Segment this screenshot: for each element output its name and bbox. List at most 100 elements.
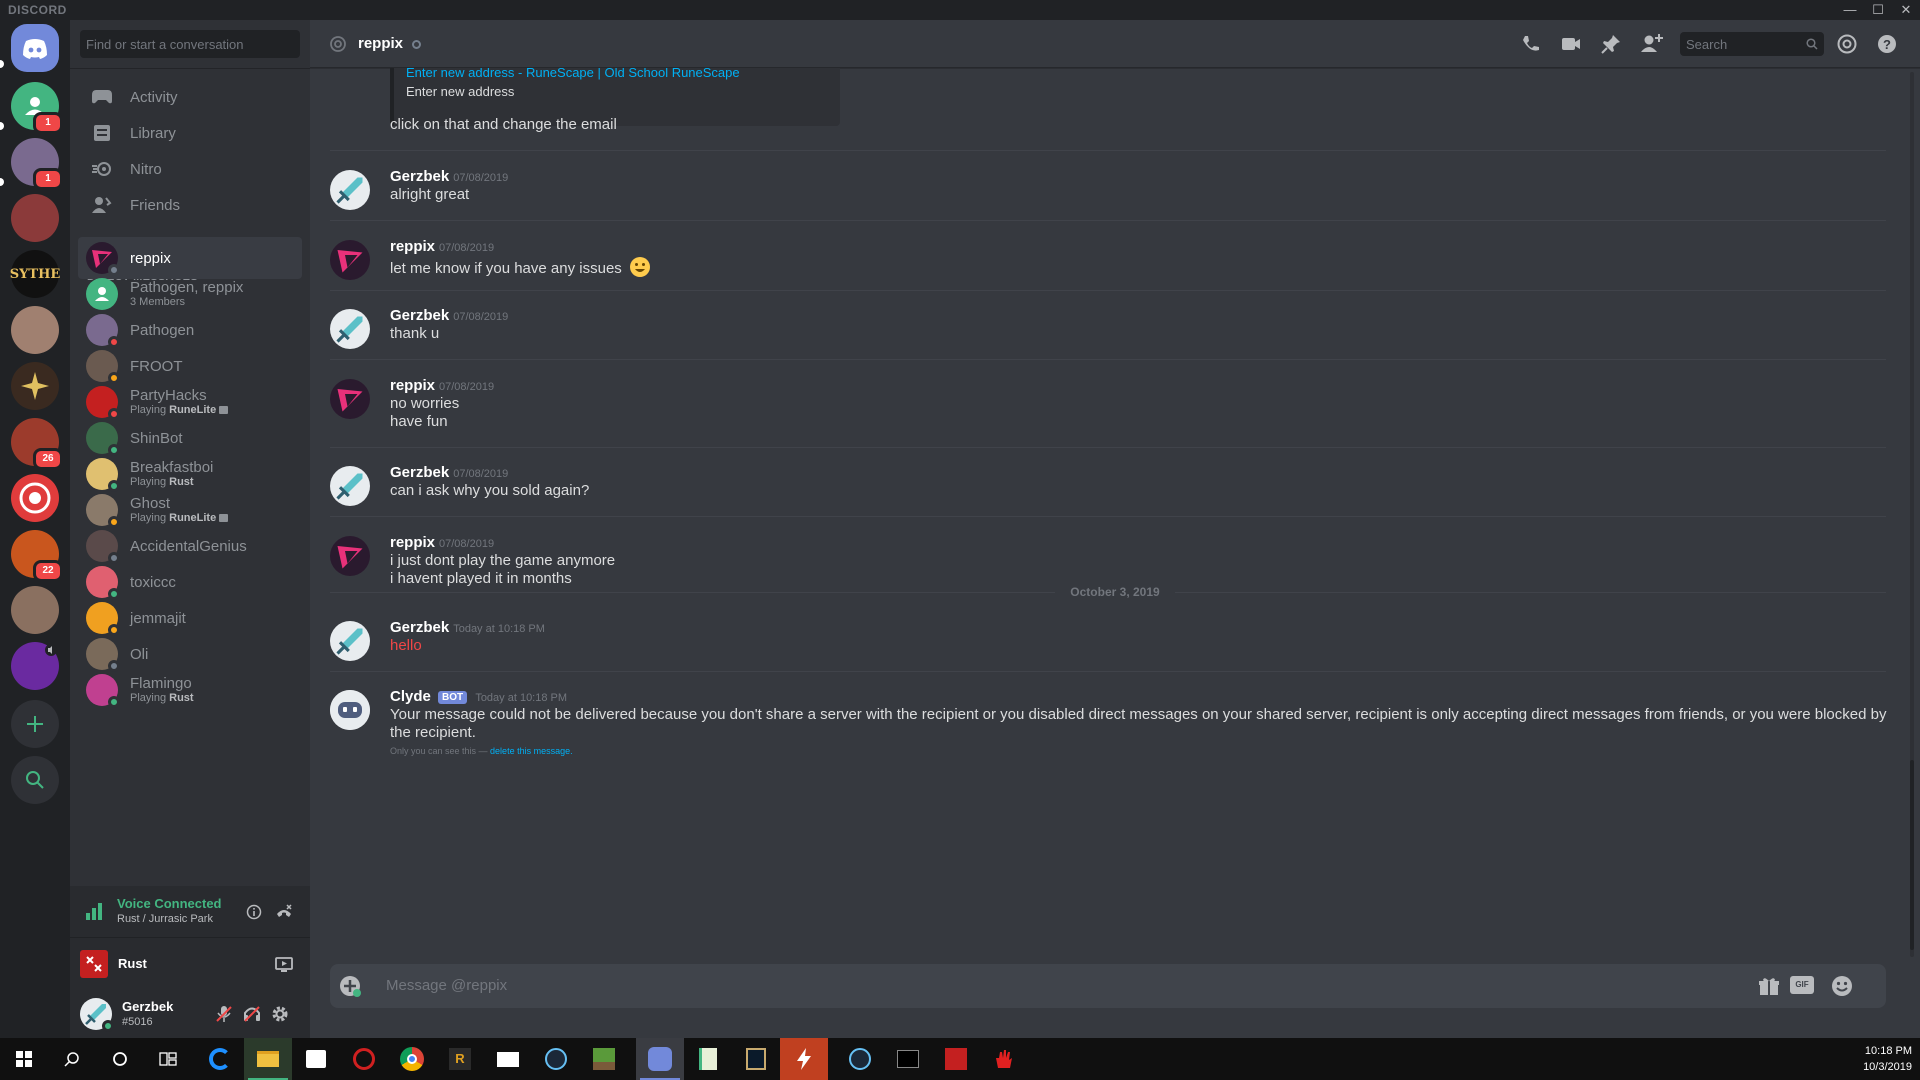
taskbar-app-mail[interactable] [484, 1038, 532, 1080]
taskbar-app-notepad[interactable] [684, 1038, 732, 1080]
avatar[interactable] [330, 621, 370, 661]
author-name[interactable]: Gerzbek [390, 168, 449, 185]
help-icon[interactable]: ? [1876, 33, 1898, 55]
author-name[interactable]: Gerzbek [390, 464, 449, 481]
ephemeral-note: Only you can see this — delete this mess… [390, 746, 573, 756]
mute-icon[interactable] [214, 1004, 234, 1024]
taskbar-search-button[interactable] [48, 1038, 96, 1080]
go-live-icon[interactable] [274, 954, 294, 974]
nav-friends[interactable]: Friends [78, 184, 302, 226]
upload-plus-icon[interactable] [338, 974, 362, 998]
message-input[interactable]: Message @reppix [386, 977, 507, 994]
add-server-button[interactable] [11, 700, 59, 748]
message-search-input[interactable]: Search [1680, 32, 1824, 56]
author-name[interactable]: Gerzbek [390, 307, 449, 324]
avatar[interactable] [330, 690, 370, 730]
deafen-icon[interactable] [242, 1004, 262, 1024]
avatar[interactable] [330, 466, 370, 506]
home-button[interactable] [11, 24, 59, 72]
chrome-icon [400, 1047, 424, 1071]
taskbar-app-rust[interactable] [932, 1038, 980, 1080]
taskbar-app-steam-2[interactable] [836, 1038, 884, 1080]
emoji-picker-icon[interactable] [1830, 974, 1854, 998]
close-button[interactable]: ✕ [1892, 0, 1920, 20]
guild-server-cat[interactable] [11, 586, 59, 634]
message-divider [330, 516, 1886, 517]
guild-server-star[interactable] [11, 362, 59, 410]
guild-server-anime[interactable]: 1 [11, 138, 63, 190]
taskbar-app-discord[interactable] [636, 1038, 684, 1080]
dm-subtext: 3 Members [130, 296, 186, 308]
scrollbar-thumb[interactable] [1910, 760, 1914, 950]
taskbar-app-league[interactable] [732, 1038, 780, 1080]
timestamp: Today at 10:18 PM [475, 692, 568, 704]
user-avatar[interactable] [80, 998, 114, 1032]
voice-channel[interactable]: Rust / Jurrasic Park [117, 913, 213, 925]
voice-call-icon[interactable] [1520, 33, 1542, 55]
guild-server-face[interactable] [11, 306, 59, 354]
message-text: have fun [390, 413, 448, 430]
avatar[interactable] [330, 240, 370, 280]
author-name[interactable]: reppix [390, 377, 435, 394]
video-call-icon[interactable] [1560, 33, 1582, 55]
minimize-button[interactable]: — [1836, 0, 1864, 20]
dm-name: ShinBot [130, 429, 183, 447]
mentions-icon[interactable] [1836, 33, 1858, 55]
taskbar-app-minecraft[interactable] [580, 1038, 628, 1080]
taskbar-app-store[interactable] [292, 1038, 340, 1080]
avatar[interactable] [330, 536, 370, 576]
add-friend-to-dm-icon[interactable] [1640, 32, 1664, 54]
gift-icon[interactable] [1758, 975, 1780, 997]
start-button[interactable] [0, 1038, 48, 1080]
at-sign-icon [330, 36, 346, 52]
message-divider [330, 220, 1886, 221]
dm-item-flamingo[interactable]: Flamingo Playing Rust [78, 669, 302, 711]
avatar[interactable] [330, 170, 370, 210]
guild-friends-group[interactable]: 1 [11, 82, 63, 134]
taskbar-app-red[interactable] [340, 1038, 388, 1080]
maximize-button[interactable]: ☐ [1864, 0, 1892, 20]
author-name[interactable]: Clyde [390, 688, 431, 705]
avatar[interactable] [330, 379, 370, 419]
dm-activity: Playing Rust [130, 692, 194, 704]
taskbar-app-terminal[interactable] [884, 1038, 932, 1080]
title-bar: DISCORD — ☐ ✕ [0, 0, 1920, 20]
os-taskbar: R 10:18 PM 10/3/2019 [0, 1038, 1920, 1080]
taskbar-app-steam[interactable] [532, 1038, 580, 1080]
message-composer[interactable]: Message @reppix GIF [330, 964, 1886, 1008]
cortana-button[interactable] [96, 1038, 144, 1080]
timestamp: 07/08/2019 [453, 172, 509, 184]
gear-icon[interactable] [270, 1004, 290, 1024]
guild-server-red-circle[interactable] [11, 474, 59, 522]
target-icon [19, 482, 51, 514]
taskbar-app-hand[interactable] [980, 1038, 1028, 1080]
steam-icon [545, 1048, 567, 1070]
taskbar-app-bolt[interactable] [780, 1038, 828, 1080]
taskbar-app-edge[interactable] [196, 1038, 244, 1080]
message-text: i just dont play the game anymore [390, 552, 616, 569]
author-name[interactable]: reppix [390, 238, 435, 255]
guild-sythe[interactable]: SYTHE [10, 250, 60, 298]
guild-server-rust[interactable]: 26 [11, 418, 63, 470]
delete-message-link[interactable]: delete this message. [490, 746, 573, 756]
taskbar-app-explorer[interactable] [244, 1038, 292, 1080]
explore-servers-button[interactable] [11, 756, 59, 804]
embed-link[interactable]: Enter new address - RuneScape | Old Scho… [406, 68, 740, 80]
channel-title: reppix [358, 35, 404, 52]
info-icon[interactable] [246, 904, 262, 920]
gif-icon[interactable]: GIF [1790, 976, 1814, 994]
find-conversation-input[interactable]: Find or start a conversation [80, 30, 300, 58]
app-brand: DISCORD [8, 3, 67, 17]
taskbar-app-chrome[interactable] [388, 1038, 436, 1080]
disconnect-icon[interactable] [274, 902, 294, 922]
guild-server-building[interactable] [11, 194, 59, 242]
guild-server-orange[interactable]: 22 [11, 530, 63, 582]
author-name[interactable]: Gerzbek [390, 619, 449, 636]
author-name[interactable]: reppix [390, 534, 435, 551]
taskbar-app-runelite[interactable]: R [436, 1038, 484, 1080]
system-clock[interactable]: 10:18 PM 10/3/2019 [1863, 1043, 1912, 1075]
pin-icon[interactable] [1600, 33, 1622, 55]
guild-server-purple[interactable] [11, 642, 59, 690]
avatar[interactable] [330, 309, 370, 349]
task-view-button[interactable] [144, 1038, 192, 1080]
